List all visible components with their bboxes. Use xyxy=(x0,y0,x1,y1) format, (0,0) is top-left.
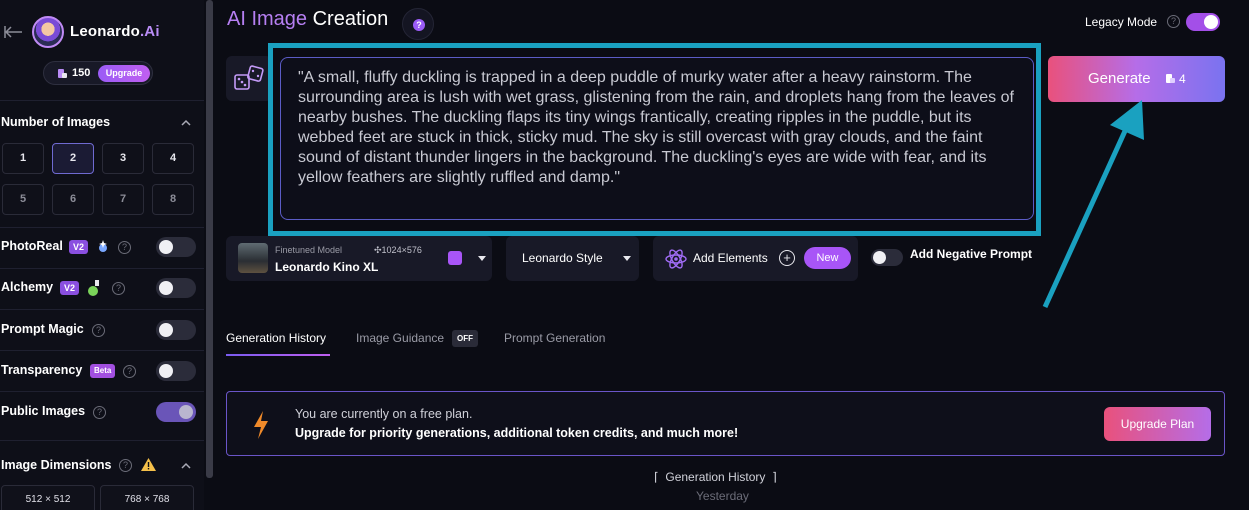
image-count-1[interactable]: 1 xyxy=(2,143,44,174)
public-images-row: Public Images ? xyxy=(1,402,201,422)
help-icon[interactable]: ? xyxy=(118,241,131,254)
sparkle-camera-icon xyxy=(99,240,107,252)
page-title: AI Image Creation xyxy=(227,8,389,30)
banner-message: You are currently on a free plan. xyxy=(295,407,473,421)
token-count: 150 xyxy=(72,67,91,79)
alchemy-version-badge: V2 xyxy=(60,281,80,295)
transparency-toggle[interactable] xyxy=(156,361,196,381)
dimension-512x512[interactable]: 512 × 512 xyxy=(1,485,95,510)
collapse-sidebar-icon[interactable] xyxy=(4,22,24,42)
photoreal-toggle[interactable] xyxy=(156,237,196,257)
add-elements-label: Add Elements xyxy=(693,251,768,265)
upgrade-plan-button[interactable]: Upgrade Plan xyxy=(1104,407,1211,441)
photoreal-row: PhotoReal V2 ? xyxy=(1,237,201,257)
photoreal-label: PhotoReal xyxy=(1,239,63,253)
help-icon[interactable]: ? xyxy=(119,459,132,472)
arrow-annotation xyxy=(1042,100,1144,309)
new-badge: New xyxy=(804,247,851,269)
chevron-up-icon[interactable] xyxy=(181,118,191,128)
divider xyxy=(0,440,204,441)
potion-icon xyxy=(88,280,99,296)
image-count-2[interactable]: 2 xyxy=(52,143,94,174)
divider xyxy=(0,309,204,310)
divider xyxy=(0,227,204,228)
image-guidance-status-badge: OFF xyxy=(452,330,478,347)
model-name: Leonardo Kino XL xyxy=(275,260,379,274)
title-help-button[interactable]: ? xyxy=(402,8,434,40)
upgrade-button[interactable]: Upgrade xyxy=(98,65,150,82)
history-date-label: Yesterday xyxy=(696,489,749,503)
tab-generation-history[interactable]: Generation History xyxy=(226,331,326,345)
image-count-5[interactable]: 5 xyxy=(2,184,44,215)
photoreal-version-badge: V2 xyxy=(69,240,89,254)
legacy-mode-toggle[interactable] xyxy=(1186,13,1220,31)
model-subtitle: Finetuned Model xyxy=(275,245,343,255)
image-dimensions-title: Image Dimensions xyxy=(1,458,112,472)
transparency-label: Transparency xyxy=(1,363,83,377)
negative-prompt-toggle[interactable] xyxy=(871,249,903,266)
transparency-row: Transparency Beta ? xyxy=(1,361,201,381)
public-images-label: Public Images xyxy=(1,404,86,418)
chevron-up-icon[interactable] xyxy=(181,461,191,471)
active-tab-indicator xyxy=(226,354,330,356)
image-count-3[interactable]: 3 xyxy=(102,143,144,174)
help-icon[interactable]: ? xyxy=(123,365,136,378)
model-dimensions: ✣1024×576 xyxy=(374,245,422,255)
token-icon xyxy=(1166,74,1175,83)
prompt-magic-label: Prompt Magic xyxy=(1,322,84,336)
image-count-7[interactable]: 7 xyxy=(102,184,144,215)
number-of-images-title: Number of Images xyxy=(1,115,111,129)
style-label: Leonardo Style xyxy=(522,251,603,265)
alchemy-toggle[interactable] xyxy=(156,278,196,298)
dimension-768x768[interactable]: 768 × 768 xyxy=(100,485,194,510)
sidebar-scrollbar[interactable] xyxy=(206,0,213,478)
model-selector[interactable]: Finetuned Model Leonardo Kino XL ✣1024×5… xyxy=(226,236,492,281)
lightning-icon xyxy=(254,411,268,439)
prompt-magic-toggle[interactable] xyxy=(156,320,196,340)
plus-icon: + xyxy=(779,250,795,266)
chevron-down-icon xyxy=(623,256,631,261)
atom-icon xyxy=(665,249,687,269)
generation-history-header: ⌈ Generation History ⌉ xyxy=(654,470,777,484)
image-count-6[interactable]: 6 xyxy=(52,184,94,215)
random-prompt-button[interactable] xyxy=(226,56,272,101)
public-images-toggle[interactable] xyxy=(156,402,196,422)
help-icon[interactable]: ? xyxy=(92,324,105,337)
legacy-mode-label: Legacy Mode xyxy=(1085,15,1158,29)
divider xyxy=(0,100,204,101)
banner-detail: Upgrade for priority generations, additi… xyxy=(295,426,739,440)
prompt-highlight-annotation xyxy=(268,43,1041,236)
add-elements-button[interactable]: Add Elements + New xyxy=(653,236,858,281)
alchemy-label: Alchemy xyxy=(1,280,54,294)
tab-prompt-generation[interactable]: Prompt Generation xyxy=(504,331,605,345)
logo[interactable]: Leonardo.Ai xyxy=(70,23,160,40)
alchemy-row: Alchemy V2 ? xyxy=(1,278,201,298)
image-count-8[interactable]: 8 xyxy=(152,184,194,215)
token-balance[interactable]: 150 Upgrade xyxy=(43,61,153,85)
generate-cost: 4 xyxy=(1179,72,1186,86)
model-edit-icon[interactable] xyxy=(448,251,462,265)
transparency-beta-badge: Beta xyxy=(90,364,116,378)
model-thumbnail xyxy=(238,243,268,273)
help-icon[interactable]: ? xyxy=(1167,15,1180,28)
logo-avatar xyxy=(32,16,64,48)
sidebar: Leonardo.Ai 150 Upgrade Number of Images… xyxy=(0,0,204,510)
prompt-magic-row: Prompt Magic ? xyxy=(1,320,201,340)
warning-icon[interactable] xyxy=(140,457,157,472)
token-icon xyxy=(58,69,67,78)
dice-icon xyxy=(234,65,264,90)
style-dropdown[interactable]: Leonardo Style xyxy=(506,236,639,281)
chevron-down-icon[interactable] xyxy=(478,256,486,261)
help-icon[interactable]: ? xyxy=(112,282,125,295)
help-icon: ? xyxy=(413,19,425,31)
negative-prompt-label: Add Negative Prompt xyxy=(910,247,1033,261)
image-count-4[interactable]: 4 xyxy=(152,143,194,174)
divider xyxy=(0,350,204,351)
divider xyxy=(0,391,204,392)
help-icon[interactable]: ? xyxy=(93,406,106,419)
free-plan-banner: You are currently on a free plan. Upgrad… xyxy=(226,391,1225,456)
divider xyxy=(0,268,204,269)
tab-image-guidance[interactable]: Image Guidance xyxy=(356,331,444,345)
